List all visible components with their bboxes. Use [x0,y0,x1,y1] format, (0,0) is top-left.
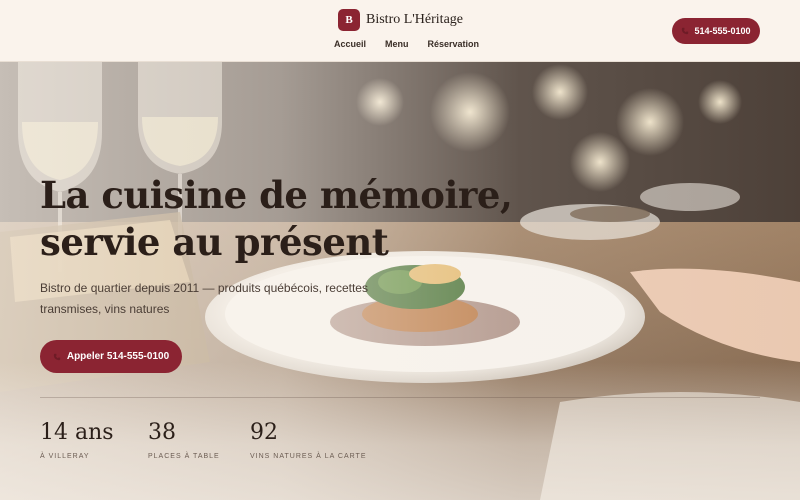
nav-reservation[interactable]: Réservation [428,39,480,49]
main-nav: Accueil Menu Réservation [334,39,479,49]
stat-label: À VILLERAY [40,453,90,460]
stat-seats: 38 PLACES À TABLE [148,420,220,460]
stat-wines: 92 VINS NATURES À LA CARTE [250,420,367,460]
header-call-label: 514-555-0100 [694,26,751,36]
logo: B [338,9,360,31]
stat-value: 92 [250,420,278,445]
stat-label: PLACES À TABLE [148,453,220,460]
hero-bottom-fade [0,362,800,500]
stats-divider [40,397,760,398]
hero-title-line1: La cuisine de mémoire, [40,173,513,217]
header-call-button[interactable]: 514-555-0100 [672,18,760,44]
stat-years: 14 ans À VILLERAY [40,420,114,460]
nav-menu[interactable]: Menu [385,39,409,49]
phone-icon [53,353,61,360]
nav-accueil[interactable]: Accueil [334,39,366,49]
stat-value: 14 ans [40,420,114,445]
hero-title-line2: servie au présent [40,220,389,264]
stat-value: 38 [148,420,176,445]
hero-call-button[interactable]: Appeler 514-555-0100 [40,340,182,373]
stat-label: VINS NATURES À LA CARTE [250,453,367,460]
phone-icon [682,27,689,35]
site-header: B Bistro L'Héritage Accueil Menu Réserva… [0,0,800,62]
hero-title: La cuisine de mémoire, servie au présent [40,172,560,266]
hero-subtitle: Bistro de quartier depuis 2011 — produit… [40,281,368,316]
brand[interactable]: B Bistro L'Héritage [338,8,463,32]
hero-call-label: Appeler 514-555-0100 [66,351,170,362]
brand-name: Bistro L'Héritage [366,12,463,27]
hero-section: La cuisine de mémoire, servie au présent… [0,62,800,500]
